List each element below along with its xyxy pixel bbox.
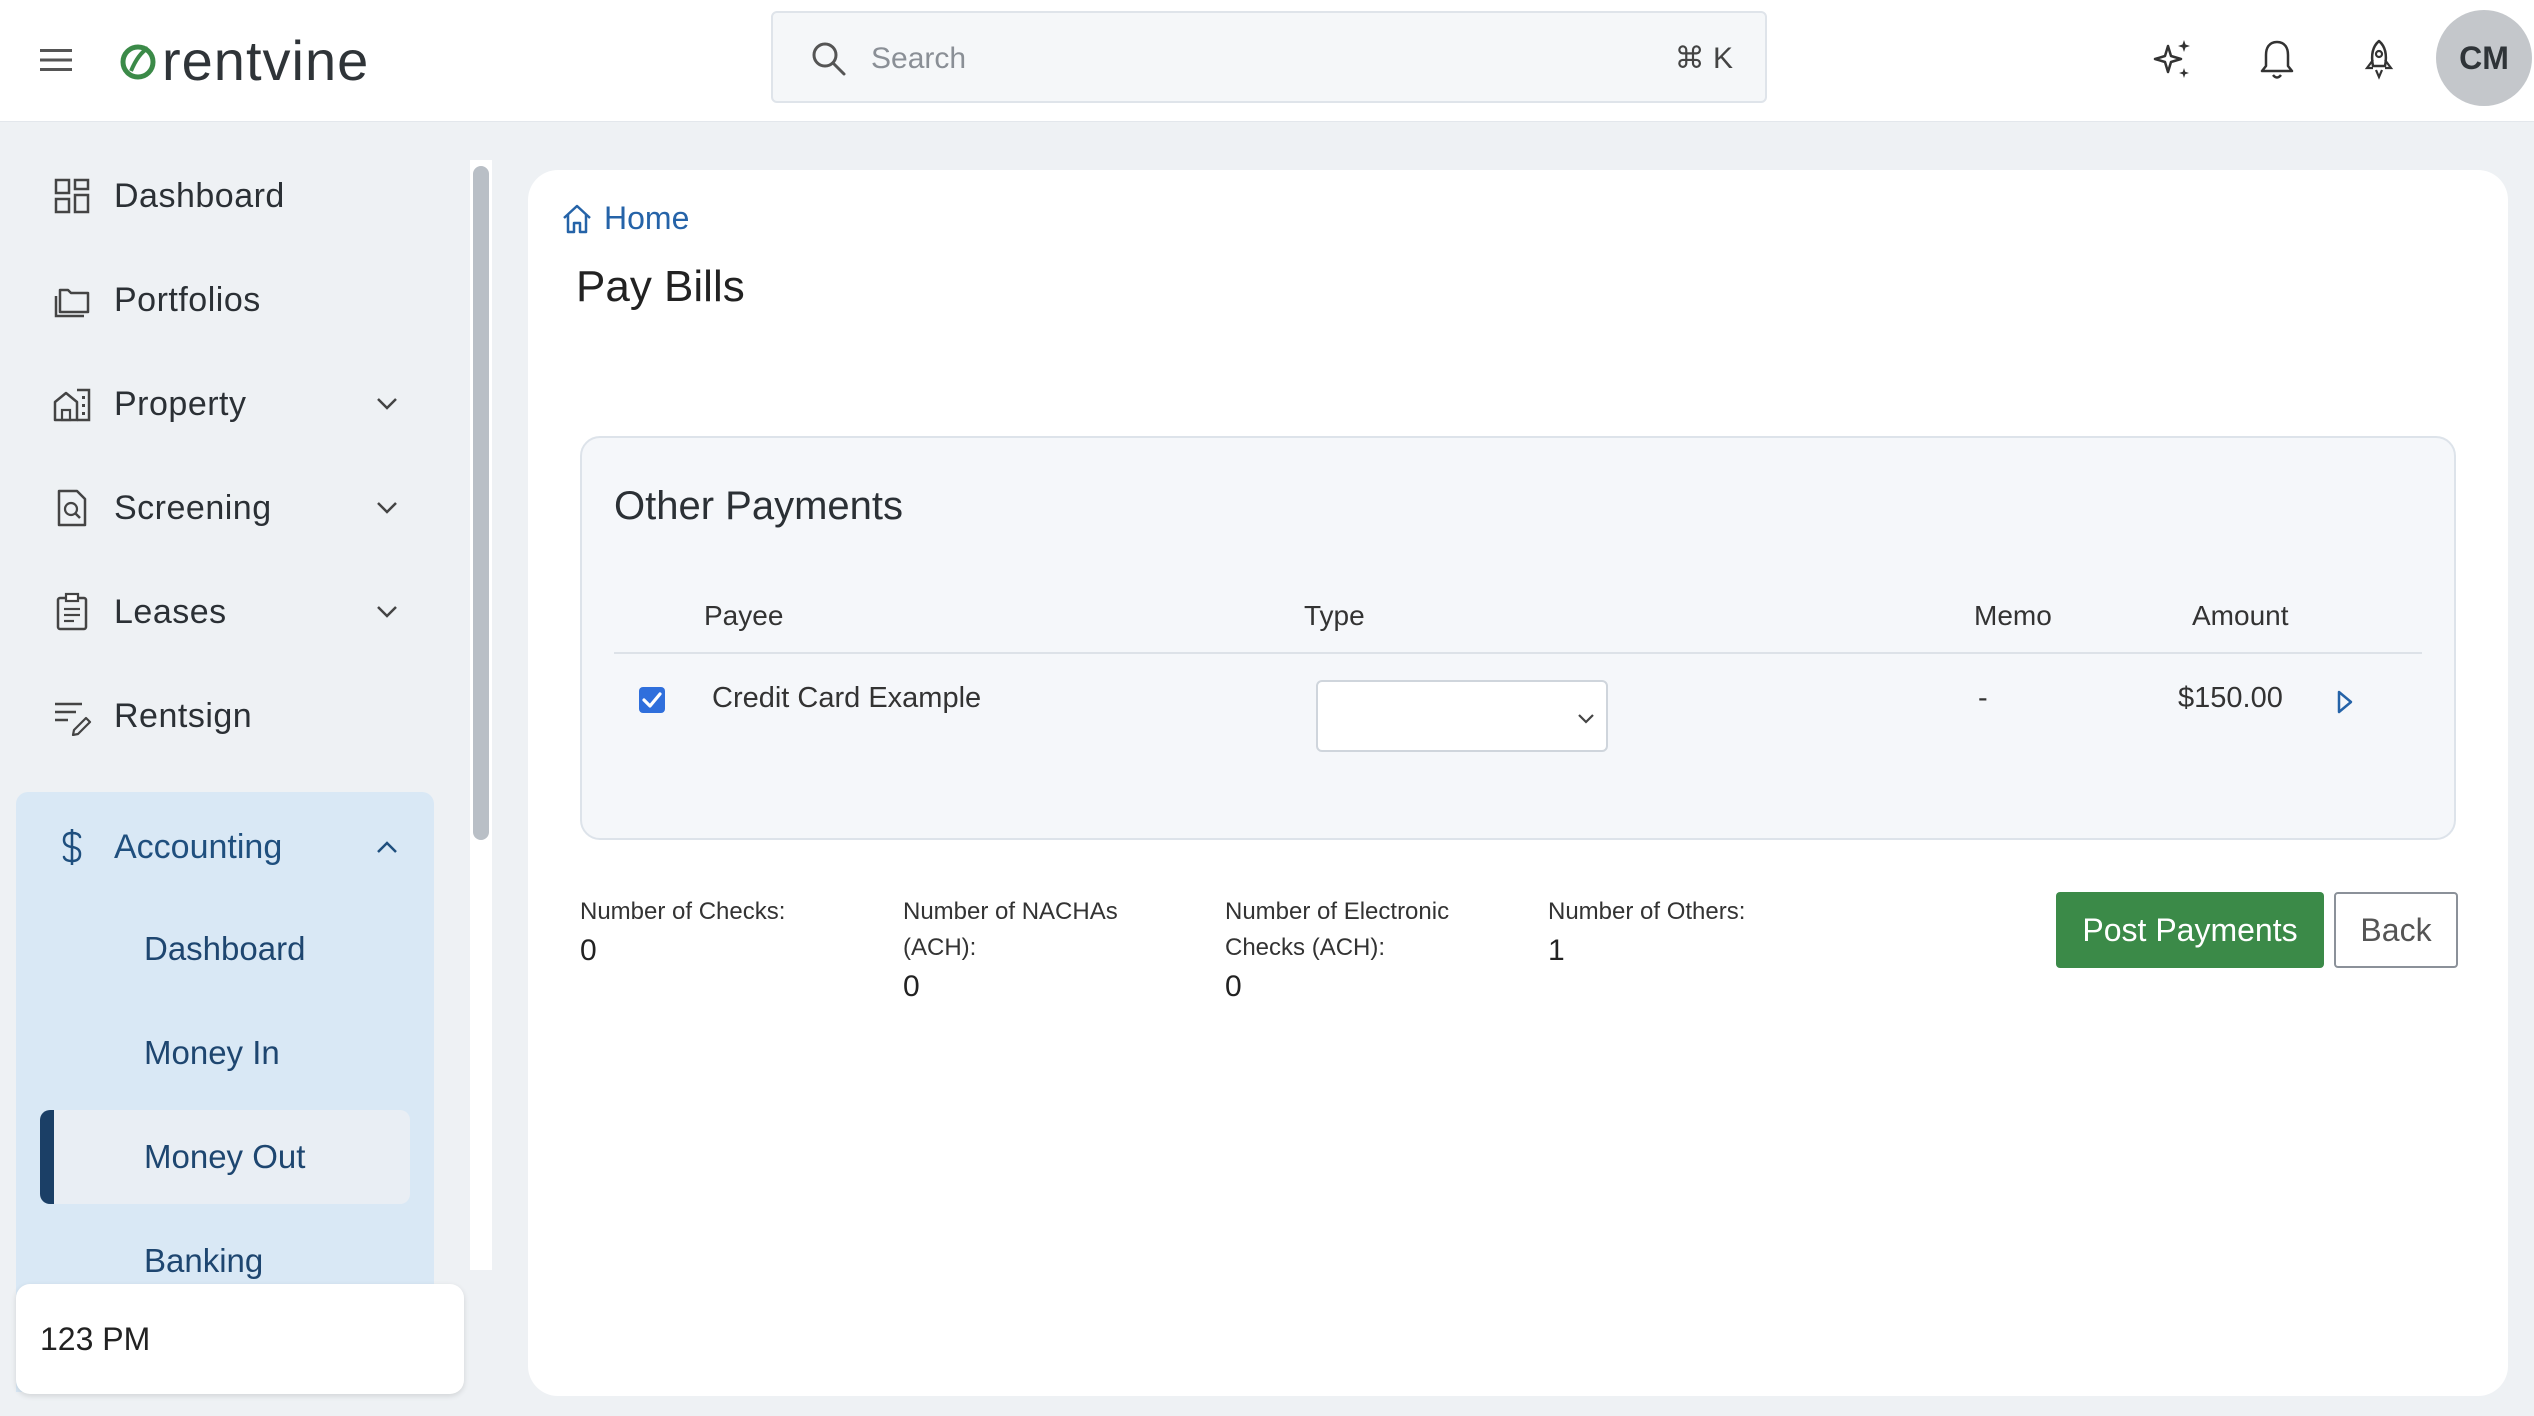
hamburger-menu-icon[interactable] [36,40,76,80]
back-button[interactable]: Back [2334,892,2458,968]
stat-nachas-value: 0 [903,970,920,1003]
sidebar-item-label: Portfolios [114,280,261,319]
sidebar-scrollbar-thumb[interactable] [473,166,489,840]
sidebar-item-property[interactable]: Property [16,359,434,449]
signature-icon [55,702,92,736]
post-payments-button[interactable]: Post Payments [2056,892,2324,968]
main-content: Home Pay Bills Other Payments Payee Type… [528,170,2508,1396]
payee-cell: Credit Card Example [712,682,982,714]
home-icon [563,204,591,233]
column-header-amount: Amount [2192,600,2289,631]
chevron-down-icon [377,398,397,410]
sidebar-item-label: Leases [114,592,227,631]
top-bar: rentvine ⌘ K CM [0,0,2534,122]
building-icon [53,388,91,422]
sidebar-subitem-money-out[interactable]: Money Out [40,1110,410,1204]
stat-echecks-value: 0 [1225,970,1242,1003]
sidebar-subitem-money-in[interactable]: Money In [40,1006,410,1100]
chevron-up-icon [377,841,397,853]
column-header-memo: Memo [1974,600,2052,631]
memo-cell: - [1978,682,1988,714]
organization-name: 123 PM [40,1320,151,1357]
document-search-icon [57,489,87,527]
dollar-icon [62,829,82,865]
organization-switcher[interactable]: 123 PM [16,1284,464,1394]
amount-cell: $150.00 [2178,682,2283,714]
leaf-logo-icon [120,44,156,80]
row-checkbox[interactable] [638,686,666,714]
clipboard-icon [56,592,88,631]
stat-others-value: 1 [1548,934,1565,967]
stat-checks-value: 0 [580,934,597,967]
sidebar-subitem-dashboard[interactable]: Dashboard [40,902,410,996]
stat-others-label: Number of Others: [1548,898,1746,925]
type-select[interactable] [1316,680,1608,752]
sidebar: Dashboard Portfolios Property Screening [0,121,470,1416]
chevron-down-icon [1578,714,1594,724]
chevron-down-icon [377,502,397,514]
rentvine-logo[interactable]: rentvine [118,24,369,96]
chevron-down-icon [377,606,397,618]
search-shortcut: ⌘ K [1674,42,1733,75]
panel-title: Other Payments [614,484,904,528]
sidebar-item-accounting[interactable]: Accounting [16,792,434,902]
dashboard-grid-icon [54,178,90,214]
sidebar-item-screening[interactable]: Screening [16,463,434,553]
sidebar-item-label: Dashboard [114,176,285,215]
header-divider [614,652,2422,654]
sidebar-item-dashboard[interactable]: Dashboard [16,151,434,241]
folders-icon [54,288,90,318]
sidebar-item-label: Rentsign [114,696,253,735]
column-header-payee: Payee [704,600,784,631]
sidebar-item-label: Property [114,384,247,423]
sparkle-ai-icon[interactable] [2150,36,2196,82]
caret-right-icon[interactable] [2334,688,2356,716]
sidebar-item-leases[interactable]: Leases [16,567,434,657]
user-avatar[interactable]: CM [2436,10,2532,106]
stat-echecks-label: Number of Electronic Checks (ACH): [1225,898,1450,961]
rocket-icon[interactable] [2356,36,2402,82]
column-header-type: Type [1304,600,1365,631]
sidebar-item-label: Screening [114,488,272,527]
brand-name: rentvine [162,28,370,92]
page-title: Pay Bills [576,262,745,311]
sidebar-item-rentsign[interactable]: Rentsign [16,671,434,761]
breadcrumb[interactable]: Home [560,200,689,237]
search-bar[interactable]: ⌘ K [771,11,1767,103]
breadcrumb-home-link[interactable]: Home [604,200,689,237]
stat-nachas-label: Number of NACHAs (ACH): [903,898,1118,961]
sidebar-item-label: Accounting [114,827,283,866]
stat-checks-label: Number of Checks: [580,898,786,925]
search-icon [812,42,846,76]
other-payments-panel: Other Payments Payee Type Memo Amount Cr… [580,436,2456,840]
bell-icon[interactable] [2254,36,2300,82]
search-input[interactable] [869,33,1573,85]
sidebar-item-portfolios[interactable]: Portfolios [16,255,434,345]
